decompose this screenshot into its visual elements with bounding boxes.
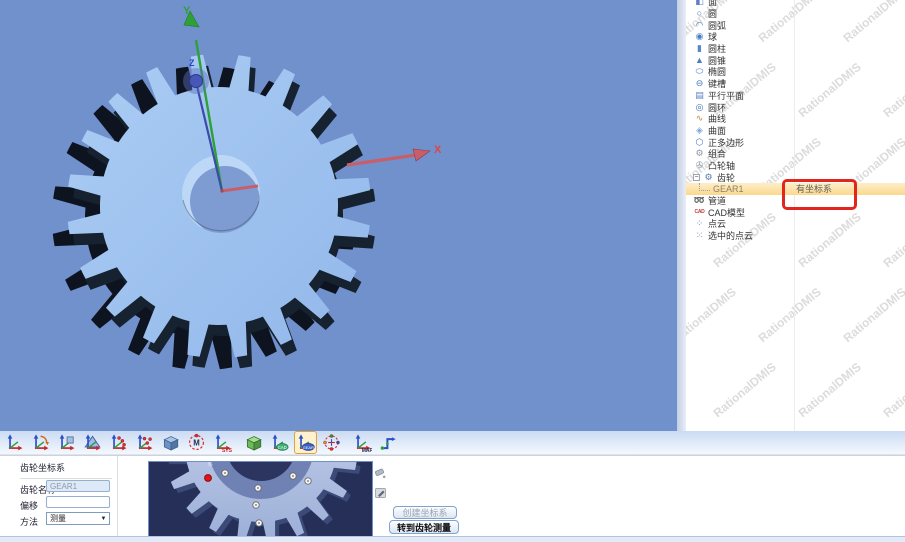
gear-preview-image	[148, 461, 373, 538]
arc-icon: ◠	[693, 21, 706, 30]
cylinder-icon: ▮	[693, 44, 706, 53]
tree-item-曲面[interactable]: ◈曲面	[686, 125, 905, 137]
axes-gear-icon[interactable]: GEAR	[294, 431, 317, 454]
points-circle-icon[interactable]	[320, 431, 343, 454]
tree-item-圆锥[interactable]: ▲圆锥	[686, 54, 905, 66]
tree-item-平行平面[interactable]: ▤平行平面	[686, 90, 905, 102]
tree-item-label: 齿轮	[717, 171, 735, 184]
tree-item-正多边形[interactable]: ⬡正多边形	[686, 136, 905, 148]
watermark-text: RationalDMIS	[756, 285, 824, 345]
tree-branch-connector	[699, 183, 710, 191]
create-coordinate-button[interactable]: 创建坐标系	[393, 506, 457, 519]
tree-item-面[interactable]: ◧面	[686, 0, 905, 8]
plane-align-icon[interactable]	[81, 431, 104, 454]
coordinate-toolbar: M SYS CAD GEAR MAP	[0, 431, 905, 455]
axes-translate-icon[interactable]	[55, 431, 78, 454]
watermark-text: RationalDMIS	[796, 360, 864, 420]
gear-icon: ⚙	[702, 173, 715, 182]
cad-icon: CAD	[693, 208, 706, 217]
edit-icon[interactable]	[374, 486, 387, 499]
watermark-text: RationalDMIS	[841, 285, 905, 345]
parallel-planes-icon: ▤	[693, 91, 706, 100]
axes-rotate-icon[interactable]	[29, 431, 52, 454]
tree-item-圆环[interactable]: ◎圆环	[686, 101, 905, 113]
surface-icon: ◈	[693, 126, 706, 135]
axes-origin-icon[interactable]	[3, 431, 26, 454]
tree-item-键槽[interactable]: ⊖键槽	[686, 78, 905, 90]
watermark-text: RationalDMIS	[711, 360, 779, 420]
ellipse-icon: ⬭	[693, 67, 706, 76]
point-cloud-icon: ⁘	[693, 219, 706, 228]
axis-x-label: X	[434, 144, 442, 156]
slot-icon: ⊖	[693, 79, 706, 88]
tree-item-点云[interactable]: ⁘点云	[686, 218, 905, 230]
gear-coordinate-panel: 齿轮坐标系 齿轮名称 偏移 方法 测量 ▼ 创建坐	[0, 455, 905, 536]
axes-points-alt-icon[interactable]	[133, 431, 156, 454]
panel-title: 齿轮坐标系	[20, 461, 112, 479]
tree-item-选中的点云[interactable]: ⁙选中的点云	[686, 230, 905, 242]
watermark-text: RationalDMIS	[881, 360, 905, 420]
svg-text:CAD: CAD	[278, 445, 287, 450]
viewport-sidebar-splitter[interactable]	[677, 0, 686, 431]
coordinate-status-annotation-box	[782, 179, 857, 210]
probe-icon[interactable]	[374, 467, 387, 480]
gear-name-field[interactable]	[46, 480, 110, 492]
chevron-down-icon: ▼	[98, 513, 109, 524]
cone-icon: ▲	[693, 56, 706, 65]
tree-item-圆弧[interactable]: ◠圆弧	[686, 19, 905, 31]
cube-icon[interactable]	[159, 431, 182, 454]
combine-icon: ⚙	[693, 149, 706, 158]
tree-item-圆柱[interactable]: ▮圆柱	[686, 43, 905, 55]
torus-icon: ◎	[693, 103, 706, 112]
plane-icon: ◧	[693, 0, 706, 6]
green-box-icon[interactable]	[242, 431, 265, 454]
offset-field[interactable]	[46, 496, 110, 508]
tree-item-圆[interactable]: ○圆	[686, 8, 905, 20]
svg-text:GEAR: GEAR	[303, 445, 314, 450]
method-label: 方法	[20, 515, 38, 528]
circle-icon: ○	[693, 9, 706, 18]
sphere-icon: ◉	[693, 32, 706, 41]
gear-3d-model: Y Z X	[0, 0, 677, 431]
tree-item-球[interactable]: ◉球	[686, 31, 905, 43]
axis-z-label: Z	[189, 58, 195, 68]
watermark-text: RationalDMIS	[686, 285, 739, 345]
pipe-icon: ➿	[693, 196, 706, 205]
tree-item-椭圆[interactable]: ⬭椭圆	[686, 66, 905, 78]
tree-item-组合[interactable]: ⚙组合	[686, 148, 905, 160]
svg-text:SYS: SYS	[222, 448, 232, 452]
svg-text:MAP: MAP	[362, 448, 372, 452]
method-dropdown[interactable]: 测量 ▼	[46, 512, 110, 525]
feature-tree-sidebar: RationalDMIS RationalDMIS RationalDMIS Rati…	[686, 0, 905, 431]
tree-item-曲线[interactable]: ∿曲线	[686, 113, 905, 125]
axes-points-icon[interactable]	[107, 431, 130, 454]
polygon-icon: ⬡	[693, 138, 706, 147]
rationaldmis-window: YZX RationalDMISRationalDMISRationalDMIS…	[0, 0, 905, 542]
axes-map-icon[interactable]: MAP	[351, 431, 374, 454]
tree-item-label: GEAR1	[713, 184, 744, 194]
camshaft-icon: ✇	[693, 161, 706, 170]
measure-m-circle-icon[interactable]: M	[185, 431, 208, 454]
tree-item-label: 选中的点云	[708, 229, 753, 242]
status-strip	[0, 536, 905, 542]
selected-point-cloud-icon: ⁙	[693, 231, 706, 240]
svg-text:M: M	[193, 438, 200, 447]
goto-gear-measure-button[interactable]: 转到齿轮测量	[389, 520, 459, 534]
method-dropdown-value: 测量	[50, 513, 66, 524]
curve-icon: ∿	[693, 114, 706, 123]
curve-jump-icon[interactable]	[377, 431, 400, 454]
3d-viewport[interactable]: Y Z X	[0, 0, 677, 431]
axes-cad-icon[interactable]: CAD	[268, 431, 291, 454]
tree-item-凸轮轴[interactable]: ✇凸轮轴	[686, 160, 905, 172]
offset-label: 偏移	[20, 499, 38, 512]
axis-y-label: Y	[183, 5, 191, 17]
axes-sys-icon[interactable]: SYS	[211, 431, 234, 454]
tree-expander-minus-icon[interactable]: −	[693, 174, 700, 181]
gear-coordinate-form: 齿轮坐标系 齿轮名称 偏移 方法 测量 ▼	[0, 456, 118, 537]
